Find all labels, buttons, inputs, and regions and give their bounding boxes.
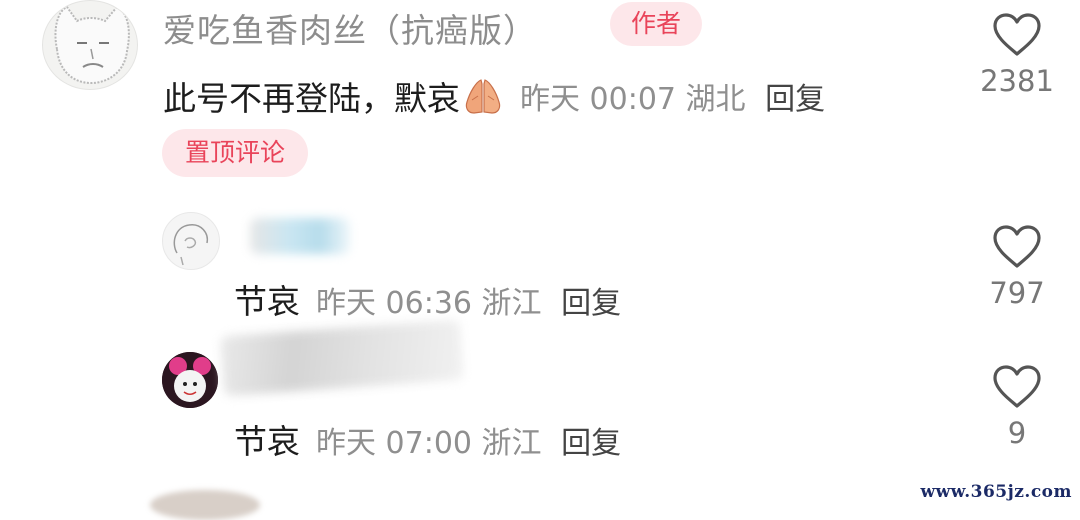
heart-outline-icon — [993, 225, 1041, 268]
folded-hands-icon — [465, 79, 501, 114]
reply-button[interactable]: 回复 — [765, 82, 825, 117]
like-button[interactable]: 2381 — [977, 12, 1057, 98]
comment-body: 此号不再登陆，默哀 昨天 00:07 湖北 回复 — [163, 72, 825, 120]
mouse-character-avatar-icon — [162, 352, 218, 408]
reply-location: 浙江 — [481, 426, 542, 461]
like-button[interactable]: 797 — [977, 224, 1057, 310]
like-count: 2381 — [980, 64, 1054, 98]
author-badge: 作者 — [610, 2, 702, 46]
comment-meta: 昨天 00:07 湖北 回复 — [520, 74, 825, 118]
reply-button[interactable]: 回复 — [561, 426, 621, 461]
watermark: www.365jz.com — [920, 482, 1072, 502]
heart-outline-icon — [993, 13, 1041, 56]
like-count: 9 — [1007, 416, 1027, 450]
next-reply-avatar-partial — [150, 490, 260, 520]
sketch-avatar-icon — [173, 224, 209, 266]
comment-location: 湖北 — [685, 82, 746, 117]
like-button[interactable]: 9 — [977, 364, 1057, 450]
reply-meta: 昨天 06:36 浙江 回复 — [316, 278, 621, 322]
reply-time: 昨天 06:36 — [316, 286, 472, 321]
comment-time: 昨天 00:07 — [520, 82, 676, 117]
author-avatar[interactable] — [42, 0, 138, 90]
reply-avatar[interactable] — [162, 352, 218, 408]
author-name[interactable]: 爱吃鱼香肉丝（抗癌版） — [163, 4, 537, 52]
reply-body: 节哀 昨天 07:00 浙江 回复 — [234, 415, 621, 463]
redacted-username — [220, 319, 464, 397]
pinned-badge: 置顶评论 — [162, 129, 308, 177]
reply-time: 昨天 07:00 — [316, 426, 472, 461]
reply-button[interactable]: 回复 — [561, 286, 621, 321]
reply-text: 节哀 — [234, 422, 300, 461]
like-count: 797 — [989, 276, 1045, 310]
reply-body: 节哀 昨天 06:36 浙江 回复 — [234, 275, 621, 323]
cat-face-avatar-icon — [54, 5, 130, 85]
heart-outline-icon — [993, 365, 1041, 408]
reply-avatar[interactable] — [162, 212, 220, 270]
comment-text: 此号不再登陆，默哀 — [163, 79, 460, 118]
reply-location: 浙江 — [481, 286, 542, 321]
reply-meta: 昨天 07:00 浙江 回复 — [316, 418, 621, 462]
reply-text: 节哀 — [234, 282, 300, 321]
redacted-username — [250, 218, 350, 254]
